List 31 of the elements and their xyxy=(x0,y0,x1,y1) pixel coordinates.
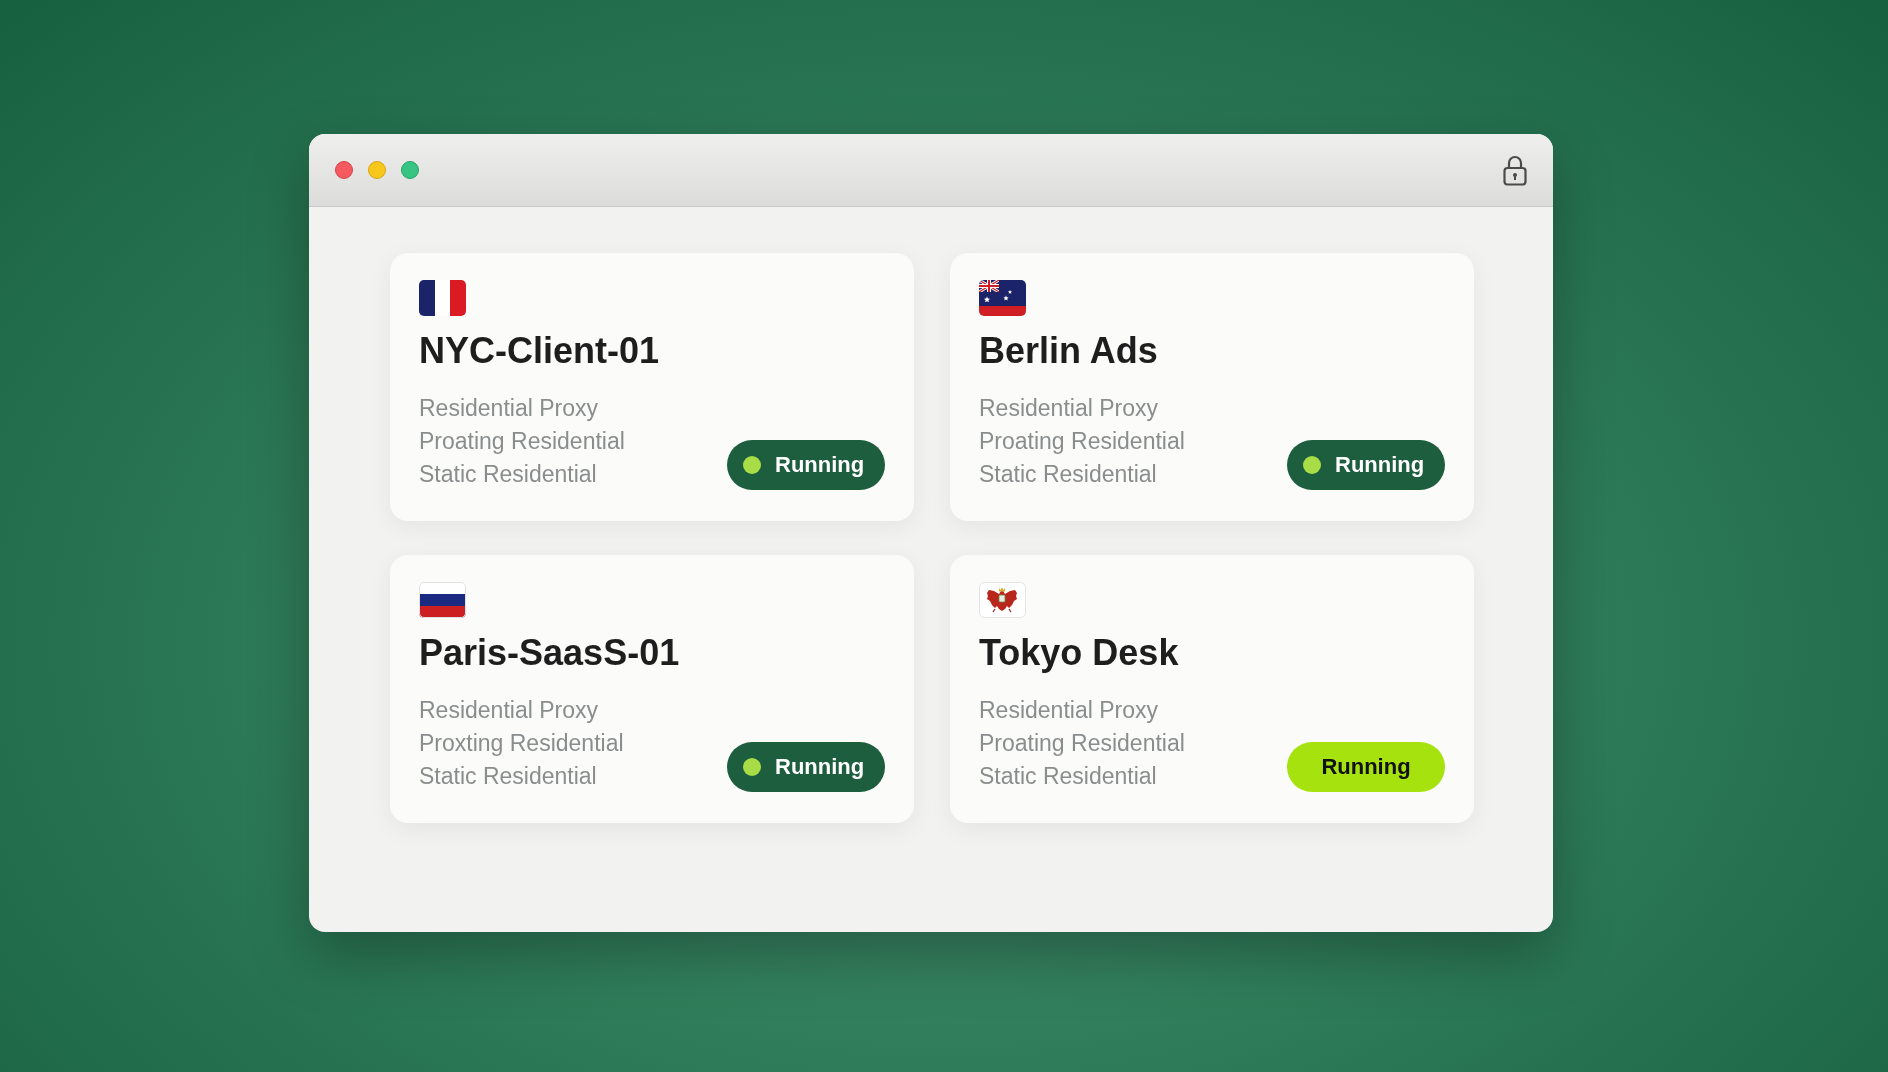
status-dot-icon xyxy=(743,456,761,474)
lock-icon[interactable] xyxy=(1502,154,1528,186)
status-dot-icon xyxy=(743,758,761,776)
detail-text: Static Residential xyxy=(419,460,597,489)
detail-text: Residential Proxy xyxy=(419,394,598,423)
detail-text: Static Residential xyxy=(419,762,597,791)
union-jack-flag-icon xyxy=(979,280,1026,316)
status-dot-icon xyxy=(1303,456,1321,474)
detail-text: Static Residential xyxy=(979,460,1157,489)
card-title: Paris-SaasS-01 xyxy=(419,632,680,674)
card-title: Berlin Ads xyxy=(979,330,1158,372)
detail-text: Proating Residential xyxy=(979,427,1185,456)
card-title: NYC-Client-01 xyxy=(419,330,660,372)
detail-text: Static Residential xyxy=(979,762,1157,791)
minimize-button[interactable] xyxy=(368,161,386,179)
russian-flag-icon xyxy=(419,582,466,618)
zoom-button[interactable] xyxy=(401,161,419,179)
french-flag-icon xyxy=(419,280,466,316)
status-badge: Running xyxy=(1287,742,1445,792)
detail-text: Residential Proxy xyxy=(419,696,598,725)
detail-text: Proating Residential xyxy=(419,427,625,456)
detail-text: Proating Residential xyxy=(979,729,1185,758)
detail-text: Residential Proxy xyxy=(979,696,1158,725)
close-button[interactable] xyxy=(335,161,353,179)
detail-text: Residential Proxy xyxy=(979,394,1158,423)
card-title: Tokyo Desk xyxy=(979,632,1179,674)
status-badge: Running xyxy=(727,742,885,792)
detail-text: Proxting Residential xyxy=(419,729,624,758)
status-badge: Running xyxy=(1287,440,1445,490)
eagle-crest-icon xyxy=(979,582,1026,618)
status-badge: Running xyxy=(727,440,885,490)
